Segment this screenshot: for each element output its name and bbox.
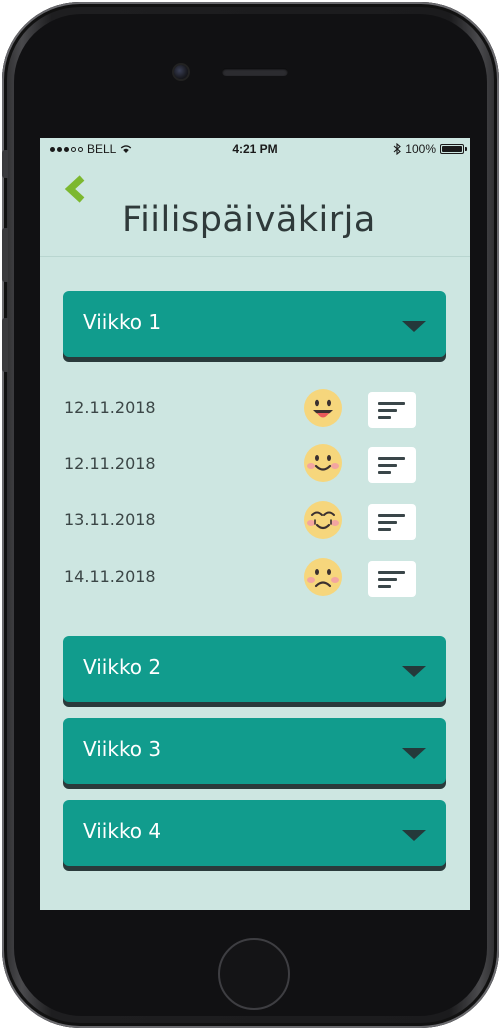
notes-icon[interactable]	[368, 561, 416, 597]
notes-icon[interactable]	[368, 504, 416, 540]
page-title: Fiilispäiväkirja	[122, 200, 376, 240]
week-1-header[interactable]: Viikko 1	[63, 291, 446, 357]
status-bar: BELL 4:21 PM 100%	[40, 138, 470, 160]
dropdown-arrow-icon	[402, 748, 426, 759]
week-4-header[interactable]: Viikko 4	[63, 800, 446, 866]
week-label: Viikko 2	[83, 655, 162, 679]
week-2-header[interactable]: Viikko 2	[63, 636, 446, 702]
tongue-out-icon	[304, 389, 342, 427]
home-button[interactable]	[218, 938, 290, 1010]
silent-switch	[2, 150, 8, 178]
volume-up-button	[2, 228, 8, 282]
smile-icon	[304, 444, 342, 482]
entry-date: 12.11.2018	[64, 398, 156, 417]
chevron-left-icon[interactable]	[62, 174, 90, 206]
dropdown-arrow-icon	[402, 830, 426, 841]
entry-date: 13.11.2018	[64, 510, 156, 529]
header-divider	[40, 256, 470, 257]
battery-icon	[440, 144, 467, 154]
entry-date: 12.11.2018	[64, 454, 156, 473]
app-screen: BELL 4:21 PM 100% Fiilispäiväkirja Viikk…	[40, 138, 470, 910]
dropdown-arrow-icon	[402, 666, 426, 677]
entry-date: 14.11.2018	[64, 567, 156, 586]
battery-label: 100%	[405, 142, 436, 156]
battery-level-fill	[442, 146, 462, 152]
happy-squint-icon	[304, 501, 342, 539]
week-label: Viikko 4	[83, 819, 162, 843]
dropdown-arrow-icon	[402, 321, 426, 332]
bluetooth-icon	[393, 143, 402, 155]
week-label: Viikko 3	[83, 737, 162, 761]
week-3-header[interactable]: Viikko 3	[63, 718, 446, 784]
sad-icon	[304, 558, 342, 596]
front-camera	[174, 65, 188, 79]
notes-icon[interactable]	[368, 392, 416, 428]
notes-icon[interactable]	[368, 447, 416, 483]
volume-down-button	[2, 318, 8, 372]
week-label: Viikko 1	[83, 310, 162, 334]
phone-frame: BELL 4:21 PM 100% Fiilispäiväkirja Viikk…	[2, 2, 499, 1028]
earpiece-speaker	[222, 68, 288, 76]
